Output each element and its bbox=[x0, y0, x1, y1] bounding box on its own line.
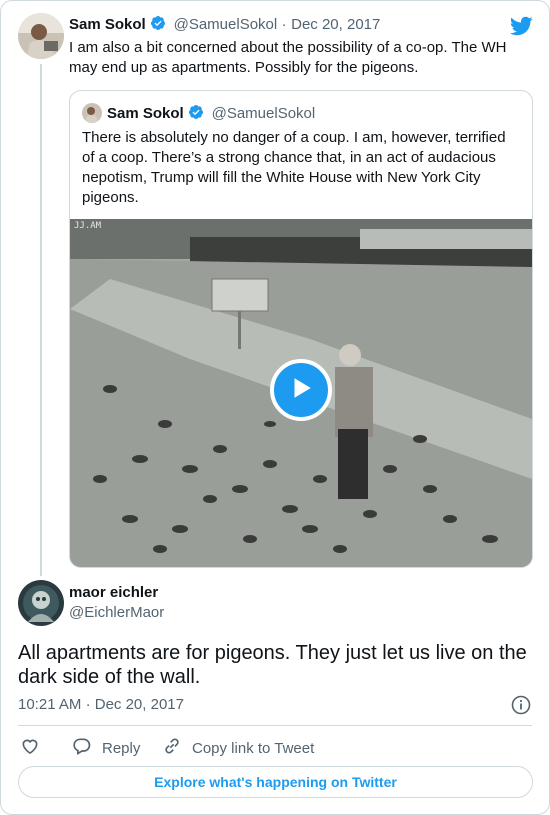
parent-author-name[interactable]: Sam Sokol bbox=[69, 16, 146, 33]
reply-label: Reply bbox=[102, 739, 141, 757]
main-tweet-text: All apartments are for pigeons. They jus… bbox=[18, 642, 527, 688]
parent-tweet-text: I am also a bit concerned about the poss… bbox=[69, 39, 507, 76]
parent-tweet-header: Sam Sokol @SamuelSokol · Dec 20, 2017 bbox=[69, 15, 380, 34]
quoted-author-avatar[interactable] bbox=[82, 103, 102, 123]
quoted-tweet-card[interactable]: Sam Sokol @SamuelSokol There is absolute… bbox=[69, 90, 533, 568]
parent-author-avatar[interactable] bbox=[18, 13, 64, 59]
reply-bubble-icon bbox=[72, 736, 92, 760]
verified-badge-icon bbox=[150, 15, 166, 31]
copy-link-button[interactable]: Copy link to Tweet bbox=[162, 736, 314, 760]
like-button[interactable] bbox=[20, 736, 40, 760]
quoted-author-handle[interactable]: @SamuelSokol bbox=[212, 105, 316, 122]
parent-author-handle[interactable]: @SamuelSokol bbox=[174, 16, 278, 33]
quoted-author-name[interactable]: Sam Sokol bbox=[107, 105, 184, 122]
main-tweet-separator: · bbox=[85, 696, 91, 713]
copy-link-label: Copy link to Tweet bbox=[192, 739, 315, 757]
link-icon bbox=[162, 736, 182, 760]
reply-button[interactable]: Reply bbox=[72, 736, 140, 760]
main-tweet-timestamp: 10:21 AM · Dec 20, 2017 bbox=[18, 696, 184, 713]
twitter-bird-icon[interactable] bbox=[509, 14, 533, 38]
explore-twitter-button[interactable]: Explore what's happening on Twitter bbox=[18, 766, 533, 798]
main-author-handle[interactable]: @EichlerMaor bbox=[69, 604, 164, 621]
play-icon bbox=[288, 375, 314, 406]
actions-divider bbox=[18, 725, 532, 726]
parent-separator: · bbox=[281, 16, 287, 33]
main-author-name[interactable]: maor eichler bbox=[69, 584, 158, 601]
video-watermark: JJ.AM bbox=[74, 221, 102, 231]
verified-badge-icon bbox=[188, 104, 204, 120]
info-icon[interactable] bbox=[511, 695, 531, 715]
thread-connector-line bbox=[40, 64, 42, 576]
quoted-tweet-video[interactable]: JJ.AM bbox=[70, 219, 532, 567]
main-author-avatar[interactable] bbox=[18, 580, 64, 626]
play-button[interactable] bbox=[270, 359, 332, 421]
main-tweet-date[interactable]: Dec 20, 2017 bbox=[95, 696, 184, 713]
main-tweet-time[interactable]: 10:21 AM bbox=[18, 696, 81, 713]
quoted-tweet-text: There is absolutely no danger of a coup.… bbox=[82, 129, 506, 206]
quoted-tweet-header: Sam Sokol @SamuelSokol bbox=[107, 104, 315, 123]
heart-icon bbox=[20, 736, 40, 760]
parent-tweet-date[interactable]: Dec 20, 2017 bbox=[291, 16, 380, 33]
